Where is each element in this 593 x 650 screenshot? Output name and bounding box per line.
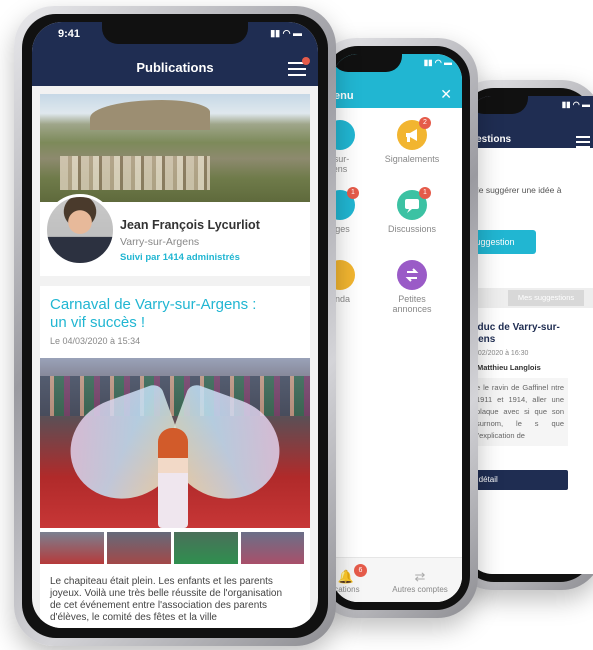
bottom-other-accounts-label: Autres comptes — [392, 585, 448, 594]
suggestions-header: ▮▮ ◠ ▬ gestions — [468, 96, 593, 148]
bottom-other-accounts[interactable]: ⇄ Autres comptes — [380, 569, 460, 594]
carnival-photo[interactable] — [40, 358, 310, 528]
swap-icon: ⇄ — [414, 569, 426, 584]
menu-item-signalements[interactable]: 2 Signalements — [376, 117, 448, 164]
publications-header: 9:41 ▮▮ ◠ ▬ Publications — [32, 22, 318, 86]
profile-card[interactable]: Jean François Lycurliot Varry-sur-Argens… — [40, 94, 310, 276]
thumbnail[interactable] — [40, 532, 104, 564]
followers-count[interactable]: Suivi par 1414 administrés — [120, 252, 240, 263]
thumbnail[interactable] — [174, 532, 238, 564]
suggestions-screen: ▮▮ ◠ ▬ gestions de suggérer une idée à s… — [468, 96, 593, 574]
menu-item-label: ages — [332, 224, 350, 234]
thumbnail[interactable] — [107, 532, 171, 564]
tab-my-suggestions[interactable]: Mes suggestions — [508, 290, 584, 306]
menu-item-label: Discussions — [387, 224, 436, 234]
notch — [332, 54, 402, 72]
menu-item-label: Petites annonces — [392, 294, 432, 314]
thumbnail[interactable] — [241, 532, 304, 564]
menu-item-label: enda — [332, 294, 351, 304]
post-text: Le chapiteau était plein. Les enfants et… — [50, 576, 283, 623]
see-detail-button[interactable]: e détail — [468, 470, 568, 490]
menu-item-label: -sur- ens — [332, 154, 350, 174]
megaphone-icon: 2 — [397, 117, 431, 150]
notification-badge: 6 — [354, 564, 367, 577]
post-date: Le 04/03/2020 à 15:34 — [50, 336, 141, 346]
notification-badge: 1 — [419, 187, 431, 199]
menu-title: enu — [334, 90, 354, 102]
menu-item-agenda[interactable]: enda — [332, 260, 376, 304]
post-title[interactable]: Carnaval de Varry-sur-Argens : un vif su… — [50, 296, 270, 332]
menu-item-discussions[interactable]: 1 Discussions — [376, 187, 448, 234]
mayor-name: Jean François Lycurliot — [120, 218, 260, 232]
suggestion-card-date: 9/02/2020 à 16:30 — [472, 350, 529, 357]
close-icon[interactable]: ✕ — [440, 86, 452, 103]
avatar — [44, 194, 116, 266]
hamburger-menu-icon[interactable] — [576, 136, 590, 151]
status-icons: ▮▮ ◠ ▬ — [423, 58, 452, 67]
menu-item-label: Signalements — [384, 154, 440, 164]
notification-badge: 2 — [419, 117, 431, 129]
exchange-icon — [397, 260, 427, 290]
post-card[interactable]: Carnaval de Varry-sur-Argens : un vif su… — [40, 286, 310, 628]
make-suggestion-button[interactable]: suggestion — [468, 230, 536, 254]
suggestions-intro: de suggérer une idée à — [474, 185, 562, 195]
notification-dot — [302, 57, 310, 65]
bottom-bar: 🔔 ications 6 ⇄ Autres comptes — [332, 557, 462, 602]
bottom-publications-label: ications — [332, 585, 360, 594]
page-title: Publications — [136, 60, 214, 75]
menu-header: ▮▮ ◠ ▬ enu ✕ — [332, 54, 462, 108]
phone-menu: ▮▮ ◠ ▬ enu ✕ -sur- ens 2 Signalements 1 … — [316, 38, 478, 618]
menu-item-city[interactable]: -sur- ens — [332, 120, 376, 174]
notch — [102, 22, 248, 44]
menu-item-petites-annonces[interactable]: Petites annonces — [376, 260, 448, 314]
hamburger-menu-icon[interactable] — [288, 62, 306, 80]
status-icons: ▮▮ ◠ ▬ — [270, 28, 302, 38]
suggestion-card-author: r Matthieu Langlois — [472, 363, 541, 372]
publications-screen: 9:41 ▮▮ ◠ ▬ Publications Jean François L… — [32, 22, 318, 628]
suggestion-card-text: e le ravin de Gaffinel ntre 1911 et 1914… — [472, 378, 568, 446]
notification-badge: 1 — [347, 187, 359, 199]
status-icons: ▮▮ ◠ ▬ — [561, 100, 590, 109]
status-time: 9:41 — [58, 28, 81, 40]
chat-icon: 1 — [397, 187, 431, 220]
suggestion-card-title: aduc de Varry-sur-gens — [472, 322, 560, 345]
menu-grid: -sur- ens 2 Signalements 1 ages 1 Discus… — [332, 108, 462, 602]
menu-screen: ▮▮ ◠ ▬ enu ✕ -sur- ens 2 Signalements 1 … — [332, 54, 462, 602]
village-photo — [40, 94, 310, 202]
town-name: Varry-sur-Argens — [120, 236, 200, 248]
menu-item-messages[interactable]: 1 ages — [332, 187, 376, 234]
photo-thumbnails — [40, 532, 310, 564]
phone-publications: 9:41 ▮▮ ◠ ▬ Publications Jean François L… — [14, 6, 336, 646]
